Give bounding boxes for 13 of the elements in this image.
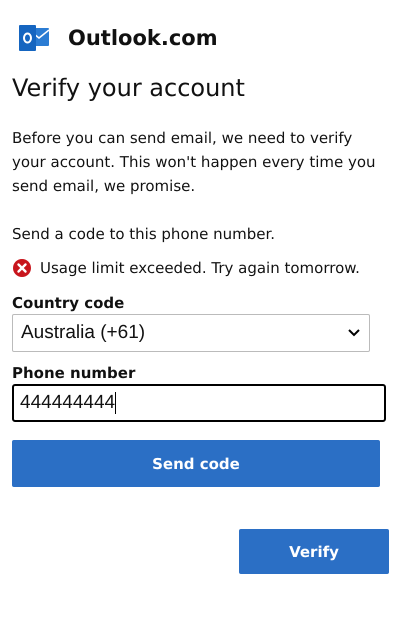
prompt-text: Send a code to this phone number. (12, 224, 276, 245)
intro-text: Before you can send email, we need to verify your account. This won't happen every time you send email, we promise. (12, 128, 377, 197)
field-label: Country code (12, 294, 126, 312)
phone-input-field[interactable]: 444444444 (12, 384, 386, 422)
country-select[interactable]: Australia (+61) (12, 314, 370, 352)
verify-button[interactable]: Verify (239, 529, 389, 574)
page-title: Verify your account (12, 74, 246, 102)
send-code-button[interactable]: Send code (12, 440, 380, 487)
error-message: Usage limit exceeded. Try again tomorrow. (40, 259, 360, 277)
field-label: Phone number (12, 364, 136, 382)
brand-name: Outlook.com (68, 26, 218, 50)
chevron-down-icon (347, 328, 361, 338)
error-icon (12, 258, 32, 278)
